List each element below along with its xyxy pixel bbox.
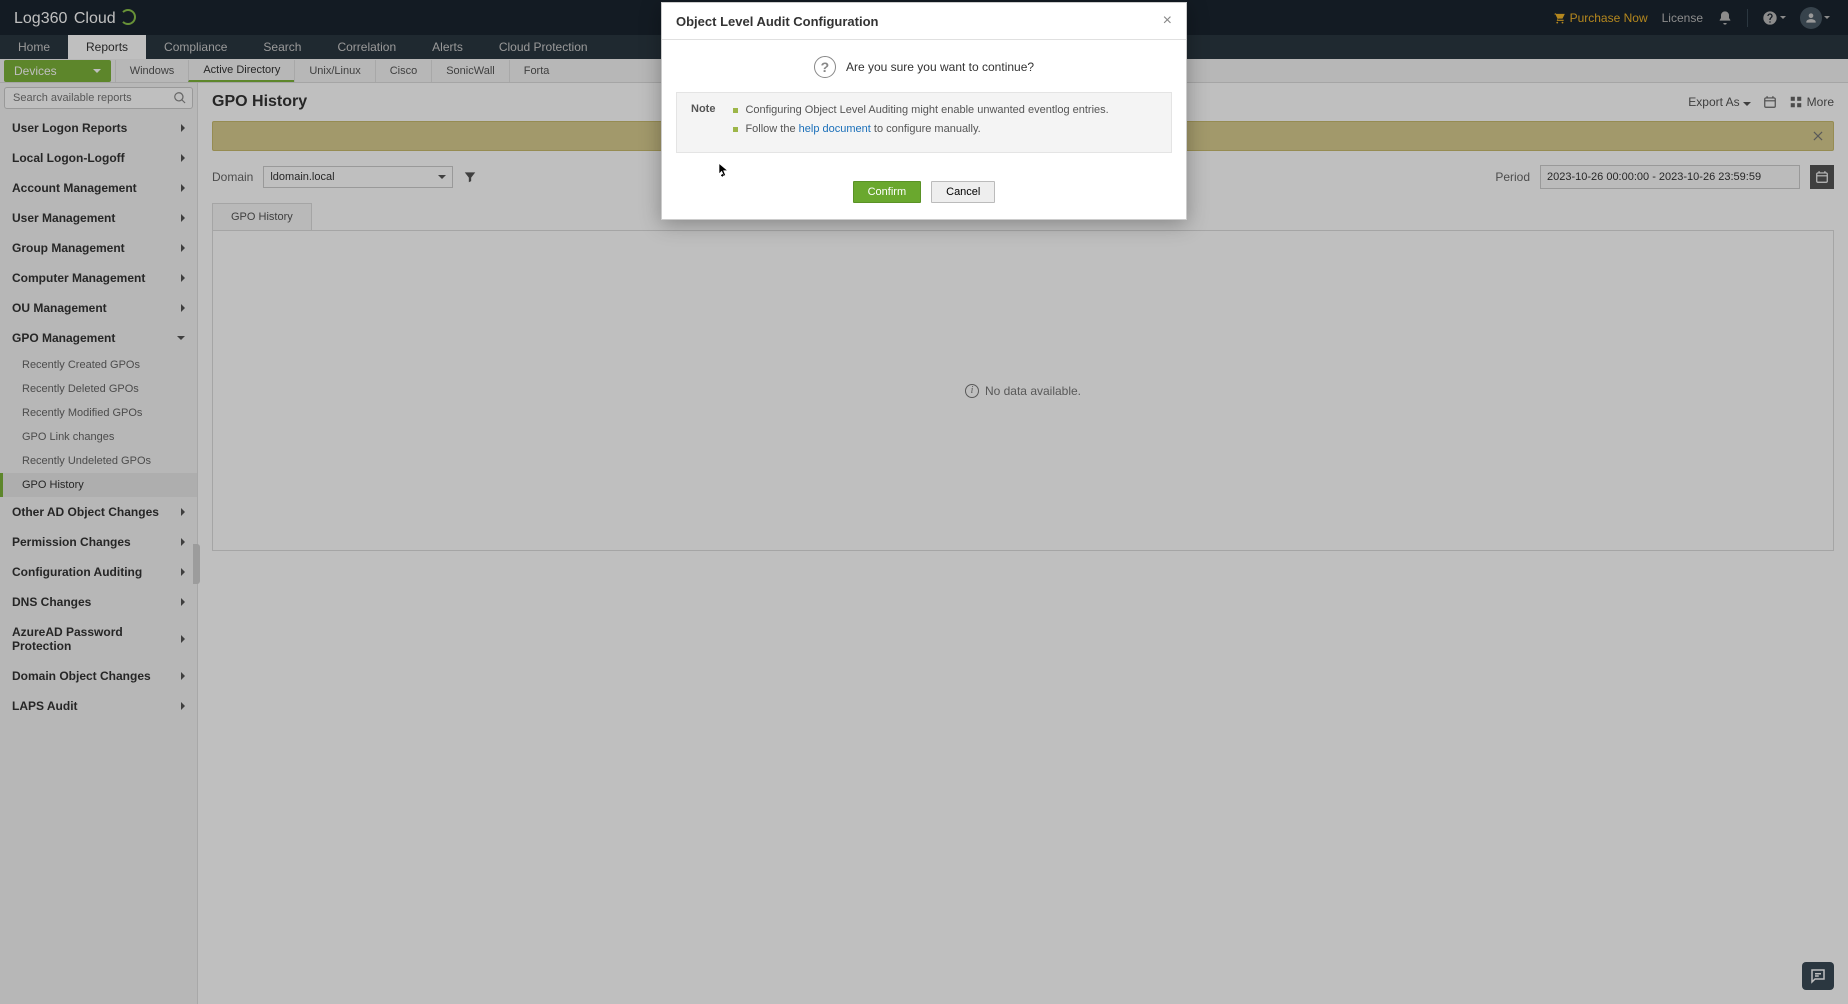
cancel-button[interactable]: Cancel [931, 181, 995, 203]
note-item-1: Configuring Object Level Auditing might … [733, 103, 1108, 118]
note-label: Note [691, 103, 715, 142]
close-icon[interactable]: × [1163, 13, 1172, 29]
modal-dialog: Object Level Audit Configuration × ? Are… [661, 2, 1187, 220]
help-doc-link[interactable]: help document [799, 123, 871, 135]
confirm-button[interactable]: Confirm [853, 181, 922, 203]
question-icon: ? [814, 56, 836, 78]
note-box: Note Configuring Object Level Auditing m… [676, 92, 1172, 153]
modal-question: Are you sure you want to continue? [846, 60, 1034, 74]
note-item-2: Follow the help document to configure ma… [733, 122, 1108, 137]
modal-title: Object Level Audit Configuration [676, 14, 878, 29]
